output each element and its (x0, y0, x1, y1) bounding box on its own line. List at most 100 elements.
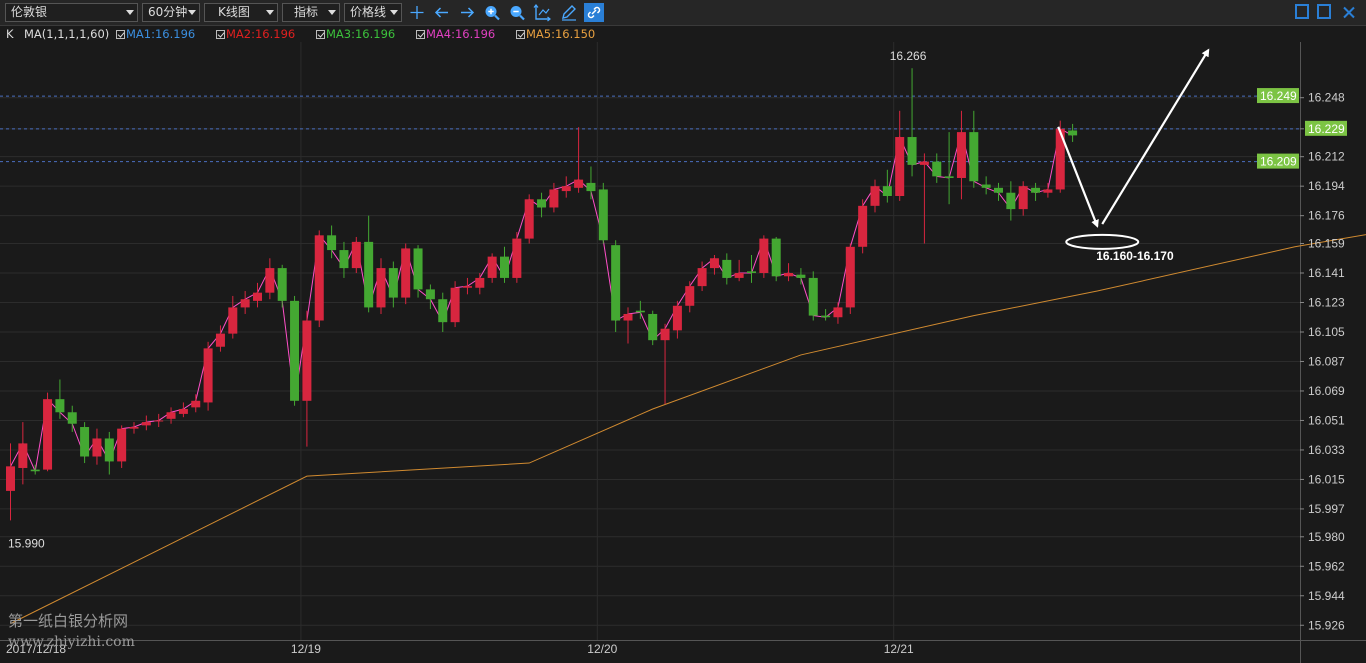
ma1-toggle[interactable]: MA1:16.196 (116, 26, 195, 42)
candle-body (141, 422, 151, 426)
candle-body (351, 241, 361, 269)
price-line-select[interactable]: 价格线 (344, 3, 402, 22)
ma3-value: MA3:16.196 (326, 27, 396, 41)
symbol-select[interactable]: 伦敦银 (5, 3, 138, 22)
period-select-value: 60分钟 (148, 5, 188, 19)
y-tick-label: 15.962 (1308, 559, 1345, 573)
arrow-left-icon[interactable] (432, 3, 452, 22)
candle-body (240, 299, 250, 308)
crosshair-icon[interactable] (407, 3, 427, 22)
pencil-icon[interactable] (559, 3, 579, 22)
candle-body (117, 428, 127, 462)
candle-body (524, 199, 534, 239)
chevron-down-icon (328, 10, 336, 15)
indicator-value: 指标 (294, 5, 319, 19)
link-icon[interactable] (584, 3, 604, 22)
candle-body (969, 132, 979, 182)
chevron-down-icon (126, 10, 134, 15)
ma4-toggle[interactable]: MA4:16.196 (416, 26, 495, 42)
candle-body (413, 248, 423, 290)
candle-body (92, 438, 102, 457)
chart-kind-value: K线图 (218, 5, 250, 19)
candle-body (302, 320, 312, 401)
candle-body (1068, 130, 1078, 136)
candle-body (327, 235, 337, 251)
candle-body (166, 412, 176, 419)
ma1-line-group (10, 128, 1073, 473)
candle-body (561, 186, 571, 192)
candle-body (1031, 187, 1041, 193)
ma5-toggle[interactable]: MA5:16.150 (516, 26, 595, 42)
y-tick-label: 16.212 (1308, 150, 1345, 164)
watermark-url: www.zhiyizhi.com (8, 634, 135, 650)
candle-body (339, 250, 349, 269)
candle-body (932, 161, 942, 177)
watermark-title: 第一纸白银分析网 (8, 612, 129, 630)
target-zone-ellipse (1065, 233, 1140, 250)
candle-body (314, 235, 324, 321)
candle-body (450, 287, 460, 323)
ma-params-label: MA(1,1,1,1,60) (24, 27, 110, 41)
period-select[interactable]: 60分钟 (142, 3, 200, 22)
candle-body (43, 399, 53, 470)
checkbox-icon (416, 30, 425, 39)
candle-body (462, 286, 472, 288)
candle-body (438, 299, 448, 323)
candle-body (882, 186, 892, 197)
candle-body (6, 466, 15, 491)
candle-body (895, 137, 905, 197)
low-price-label: 15.990 (8, 536, 45, 550)
y-tick-label: 16.248 (1308, 91, 1345, 105)
arrow-right-icon[interactable] (457, 3, 477, 22)
candle-body (203, 348, 213, 403)
axis-scale-icon[interactable] (532, 3, 552, 22)
ma3-toggle[interactable]: MA3:16.196 (316, 26, 395, 42)
target-range-label: 16.160-16.170 (1096, 249, 1174, 263)
candle-body (956, 132, 966, 178)
indicator-select[interactable]: 指标 (282, 3, 340, 22)
candle-body (635, 310, 645, 313)
candle-body (648, 313, 658, 341)
candle-body (388, 268, 398, 298)
candle-body (215, 333, 225, 347)
candle-body (253, 292, 262, 301)
candlestick-chart[interactable]: 16.26615.99016.160-16.170 16.24816.22916… (0, 42, 1366, 663)
zoom-out-icon[interactable] (507, 3, 527, 22)
candle-body (771, 238, 781, 277)
candle-body (623, 313, 633, 321)
checkbox-icon (216, 30, 225, 39)
y-tick-label: 15.944 (1308, 589, 1345, 603)
candle-body (907, 137, 917, 165)
layout-left-icon[interactable] (1295, 4, 1309, 19)
candle-body (697, 268, 707, 287)
ma5-value: MA5:16.150 (526, 27, 596, 41)
y-tick-label: 16.015 (1308, 472, 1345, 486)
close-icon[interactable] (1339, 3, 1359, 22)
y-tick-label: 15.926 (1308, 618, 1345, 632)
y-tick-label: 16.051 (1308, 413, 1345, 427)
candle-body (55, 399, 65, 413)
x-tick-label: 12/19 (291, 642, 321, 656)
ma1-line (10, 128, 1073, 473)
y-tick-label: 16.141 (1308, 266, 1345, 280)
chevron-down-icon (266, 10, 274, 15)
candle-body (598, 189, 608, 241)
ma60-line-group (10, 234, 1366, 625)
candle-body (80, 427, 90, 457)
x-tick-label: 12/20 (587, 642, 617, 656)
indicator-k-label: K (6, 27, 14, 41)
chart-kind-select[interactable]: K线图 (204, 3, 278, 22)
candle-body (18, 443, 28, 468)
zoom-in-icon[interactable] (482, 3, 502, 22)
candle-body (586, 182, 596, 192)
toolbar: 伦敦银 60分钟 K线图 指标 价格线 (0, 0, 1366, 26)
ma2-toggle[interactable]: MA2:16.196 (216, 26, 295, 42)
candle-body (994, 187, 1003, 193)
candle-body (660, 328, 670, 341)
layout-right-icon[interactable] (1317, 4, 1331, 19)
candle-body (672, 305, 682, 331)
checkbox-icon (516, 30, 525, 39)
price-dashed-lines (0, 95, 1300, 163)
x-tick-label: 12/21 (884, 642, 914, 656)
candle-body (870, 186, 880, 206)
